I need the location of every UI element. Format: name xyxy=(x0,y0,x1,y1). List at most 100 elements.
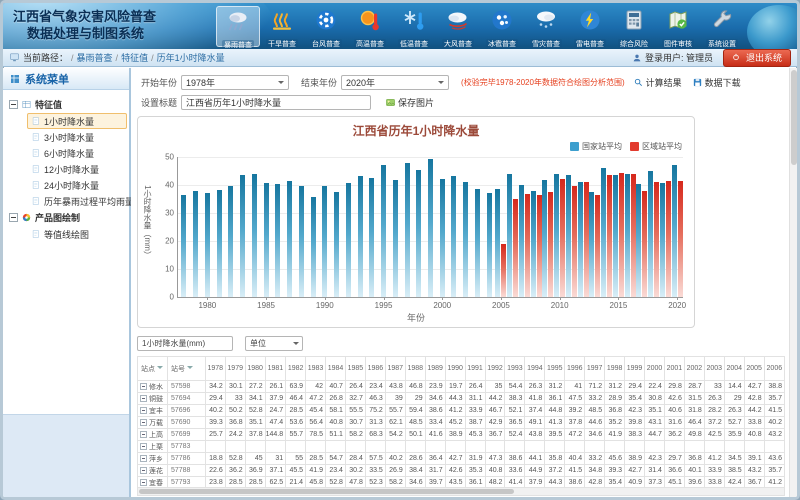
value-cell-57696-1992: 46.7 xyxy=(485,405,505,417)
value-cell-57786-1993: 38.6 xyxy=(505,453,525,465)
tree-item-0-5[interactable]: 历年暴雨过程平均雨量 xyxy=(27,193,127,209)
value-cell-57788-1987: 26.9 xyxy=(385,465,405,477)
controls-row-1: 开始年份 1978年 结束年份 2020年 (校验完毕1978-2020年数据符… xyxy=(141,75,751,90)
value-cell-57783-1978 xyxy=(205,441,225,453)
row-expander-icon[interactable] xyxy=(140,431,147,438)
value-cell-57699-1978: 25.7 xyxy=(205,429,225,441)
save-image-button[interactable]: 保存图片 xyxy=(385,96,434,109)
unit-filter[interactable]: 单位 xyxy=(245,336,303,351)
bar-national-1995 xyxy=(381,165,386,297)
toolbar-item-lightning[interactable]: 雷电普查 xyxy=(568,6,612,47)
value-cell-57788-1999: 42.7 xyxy=(625,465,645,477)
tree-group-1[interactable]: 产品图绘制 xyxy=(9,209,127,226)
precip-type-filter[interactable]: 1小时降水量(mm) xyxy=(137,336,233,351)
value-cell-57783-1983 xyxy=(306,441,326,453)
toolbar-item-calculator[interactable]: 综合风险 xyxy=(612,6,656,47)
breadcrumb-link-0[interactable]: 暴雨普查 xyxy=(77,53,113,63)
vertical-scrollbar-thumb[interactable] xyxy=(791,70,797,165)
toolbar-item-hail[interactable]: 冰雹普查 xyxy=(480,6,524,47)
station-name-cell[interactable]: 修水 xyxy=(138,381,168,393)
breadcrumb: /暴雨普查/特征值/历年1小时降水量 xyxy=(68,51,225,64)
station-name-cell[interactable]: 莲花 xyxy=(138,465,168,477)
row-expander-icon[interactable] xyxy=(140,455,147,462)
station-data-table: 站点站号197819791980198119821983198419851986… xyxy=(137,356,785,489)
value-cell-57788-2001: 36.6 xyxy=(664,465,684,477)
year-column-header-1993: 1993 xyxy=(505,357,525,381)
chart-title-input[interactable] xyxy=(181,95,371,110)
station-name-cell[interactable]: 万载 xyxy=(138,417,168,429)
toolbar-item-high-temp[interactable]: 高温普查 xyxy=(348,6,392,47)
toolbar-item-typhoon[interactable]: 台风普查 xyxy=(304,6,348,47)
station-name-cell[interactable]: 宜丰 xyxy=(138,405,168,417)
expander-icon[interactable] xyxy=(9,213,18,222)
row-expander-icon[interactable] xyxy=(140,419,147,426)
document-icon xyxy=(31,196,41,206)
station-name-cell[interactable]: 上栗 xyxy=(138,441,168,453)
tree-item-label: 24小时降水量 xyxy=(44,179,99,192)
station-column-header[interactable]: 站点 xyxy=(138,357,168,381)
value-cell-57694-1995: 36.1 xyxy=(545,393,565,405)
app-window: 江西省气象灾害风险普查 数据处理与制图系统 暴雨普查干旱普查台风普查高温普查低温… xyxy=(0,0,800,500)
tree-item-0-1[interactable]: 3小时降水量 xyxy=(27,129,127,145)
value-cell-57786-1984: 54.7 xyxy=(326,453,346,465)
sort-arrow-icon[interactable] xyxy=(187,365,193,372)
station-id: 57783 xyxy=(167,441,205,453)
bar-national-2014 xyxy=(601,168,606,297)
legend-item[interactable]: 区域站平均 xyxy=(630,141,682,152)
y-tick-label: 30 xyxy=(165,209,174,218)
row-expander-icon[interactable] xyxy=(140,383,147,390)
tree-item-0-2[interactable]: 6小时降水量 xyxy=(27,145,127,161)
value-cell-57694-2004: 29 xyxy=(724,393,744,405)
toolbar-item-drought[interactable]: 干旱普查 xyxy=(260,6,304,47)
data-download-button[interactable]: 数据下载 xyxy=(692,76,741,89)
tree-item-1-0[interactable]: 等值线绘图 xyxy=(27,226,127,242)
station-name-cell[interactable]: 上高 xyxy=(138,429,168,441)
station-id-column-header[interactable]: 站号 xyxy=(167,357,205,381)
tree-group-0[interactable]: 特征值 xyxy=(9,96,127,113)
start-year-select[interactable]: 1978年 xyxy=(181,75,289,90)
value-cell-57699-1982: 55.7 xyxy=(286,429,306,441)
toolbar-item-wind[interactable]: 大风普查 xyxy=(436,6,480,47)
value-cell-57696-1987: 55.7 xyxy=(385,405,405,417)
value-cell-57696-2004: 26.3 xyxy=(724,405,744,417)
calc-result-button[interactable]: 计算结果 xyxy=(633,76,682,89)
value-cell-57694-1980: 34.1 xyxy=(245,393,265,405)
value-cell-57696-1999: 42.3 xyxy=(625,405,645,417)
toolbar-item-map-audit[interactable]: 图件审核 xyxy=(656,6,700,47)
value-cell-57699-1990: 38.9 xyxy=(445,429,465,441)
value-cell-57598-1996: 41 xyxy=(565,381,585,393)
breadcrumb-link-1[interactable]: 特征值 xyxy=(121,53,148,63)
value-cell-57694-1985: 32.7 xyxy=(345,393,365,405)
bar-regional-2010 xyxy=(560,179,565,297)
row-expander-icon[interactable] xyxy=(140,395,147,402)
legend-item[interactable]: 国家站平均 xyxy=(570,141,622,152)
sort-arrow-icon[interactable] xyxy=(157,365,163,372)
station-name-cell[interactable]: 铜鼓 xyxy=(138,393,168,405)
tree-item-0-0[interactable]: 1小时降水量 xyxy=(27,113,127,129)
tree-item-0-4[interactable]: 24小时降水量 xyxy=(27,177,127,193)
toolbar-item-settings[interactable]: 系统设置 xyxy=(700,6,744,47)
row-expander-icon[interactable] xyxy=(140,407,147,414)
horizontal-scrollbar-thumb[interactable] xyxy=(139,489,514,494)
logout-button[interactable]: 退出系统 xyxy=(723,49,791,67)
value-cell-57699-1992: 36.7 xyxy=(485,429,505,441)
expander-icon[interactable] xyxy=(9,100,18,109)
bar-national-2011 xyxy=(566,175,571,297)
tree-item-0-3[interactable]: 12小时降水量 xyxy=(27,161,127,177)
horizontal-scrollbar[interactable] xyxy=(137,487,785,496)
station-name-cell[interactable]: 萍乡 xyxy=(138,453,168,465)
breadcrumb-link-2[interactable]: 历年1小时降水量 xyxy=(157,53,225,63)
end-year-select[interactable]: 2020年 xyxy=(341,75,449,90)
toolbar-item-rainstorm[interactable]: 暴雨普查 xyxy=(216,6,260,47)
vertical-scrollbar[interactable] xyxy=(789,68,797,497)
toolbar-item-snow[interactable]: 雪灾普查 xyxy=(524,6,568,47)
menu-icon xyxy=(9,73,21,85)
year-column-header-1994: 1994 xyxy=(525,357,545,381)
tree-item-label: 12小时降水量 xyxy=(44,163,99,176)
toolbar-item-low-temp[interactable]: 低温普查 xyxy=(392,6,436,47)
chart-plot-area: 0102030405019801985199019952000200520102… xyxy=(178,157,683,297)
row-expander-icon[interactable] xyxy=(140,467,147,474)
row-expander-icon[interactable] xyxy=(140,443,147,450)
sidebar-header[interactable]: 系统菜单 xyxy=(3,68,129,90)
row-expander-icon[interactable] xyxy=(140,479,147,486)
